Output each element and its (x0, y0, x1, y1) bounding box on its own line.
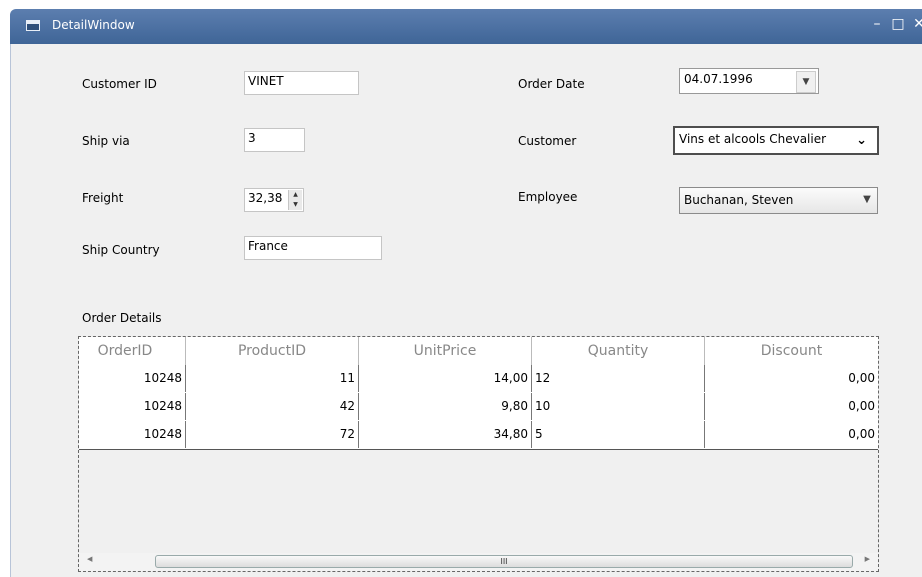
close-button[interactable]: ✕ (911, 16, 922, 32)
column-header-quantity[interactable]: Quantity (532, 337, 705, 365)
cell-unitprice[interactable]: 34,80 (359, 421, 532, 448)
employee-combobox[interactable]: Buchanan, Steven ▼ (679, 187, 878, 214)
window-title: DetailWindow (52, 18, 135, 32)
cell-quantity[interactable]: 10 (532, 393, 705, 420)
scroll-right-icon[interactable]: ▶ (865, 555, 870, 563)
cell-orderid[interactable]: 10248 (79, 421, 186, 448)
window-icon (26, 20, 40, 31)
freight-stepper[interactable]: 32,38 ▲ ▼ (244, 188, 304, 212)
cell-quantity[interactable]: 5 (532, 421, 705, 448)
ship-country-label: Ship Country (82, 243, 160, 257)
table-row[interactable]: 10248 72 34,80 5 0,00 (79, 421, 878, 450)
horizontal-scrollbar[interactable]: ◀ III ▶ (79, 553, 878, 571)
cell-discount[interactable]: 0,00 (705, 365, 878, 392)
maximize-button[interactable]: □ (890, 16, 906, 32)
dropdown-arrow-icon: ▼ (863, 194, 871, 205)
customer-value: Vins et alcools Chevalier (679, 132, 827, 146)
freight-value: 32,38 (248, 191, 283, 205)
table-row[interactable]: 10248 42 9,80 10 0,00 (79, 393, 878, 422)
column-header-unitprice[interactable]: UnitPrice (359, 337, 532, 365)
cell-orderid[interactable]: 10248 (79, 393, 186, 420)
scroll-left-icon[interactable]: ◀ (87, 555, 92, 563)
cell-productid[interactable]: 11 (186, 365, 359, 392)
customer-combobox[interactable]: Vins et alcools Chevalier ⌄ (673, 126, 879, 155)
customer-id-field[interactable]: VINET (244, 71, 359, 95)
ship-via-field[interactable]: 3 (244, 128, 305, 152)
customer-label: Customer (518, 134, 577, 148)
column-header-productid[interactable]: ProductID (186, 337, 359, 365)
spin-down-icon[interactable]: ▼ (289, 200, 302, 210)
order-details-grid[interactable]: OrderID ProductID UnitPrice Quantity Dis… (78, 336, 879, 572)
cell-quantity[interactable]: 12 (532, 365, 705, 392)
cell-discount[interactable]: 0,00 (705, 393, 878, 420)
table-row[interactable]: 10248 11 14,00 12 0,00 (79, 365, 878, 394)
ship-via-label: Ship via (82, 134, 130, 148)
chevron-down-icon: ⌄ (856, 133, 867, 148)
cell-orderid[interactable]: 10248 (79, 365, 186, 392)
order-date-picker[interactable]: 04.07.1996 ▼ (679, 68, 819, 94)
order-details-label: Order Details (82, 311, 162, 325)
calendar-dropdown-icon[interactable]: ▼ (796, 71, 816, 93)
freight-spin-buttons[interactable]: ▲ ▼ (288, 190, 302, 210)
ship-country-field[interactable]: France (244, 236, 382, 260)
cell-productid[interactable]: 42 (186, 393, 359, 420)
window-titlebar[interactable]: DetailWindow – □ ✕ (10, 9, 922, 44)
column-header-orderid[interactable]: OrderID (79, 337, 186, 365)
cell-unitprice[interactable]: 9,80 (359, 393, 532, 420)
employee-label: Employee (518, 190, 578, 204)
cell-unitprice[interactable]: 14,00 (359, 365, 532, 392)
order-date-label: Order Date (518, 77, 585, 91)
freight-label: Freight (82, 191, 124, 205)
cell-discount[interactable]: 0,00 (705, 421, 878, 448)
spin-up-icon[interactable]: ▲ (289, 190, 302, 200)
order-date-value: 04.07.1996 (684, 72, 753, 86)
column-header-discount[interactable]: Discount (705, 337, 878, 365)
employee-value: Buchanan, Steven (684, 193, 794, 207)
minimize-button[interactable]: – (869, 16, 885, 32)
customer-id-label: Customer ID (82, 77, 157, 91)
grid-header-row: OrderID ProductID UnitPrice Quantity Dis… (79, 337, 878, 366)
cell-productid[interactable]: 72 (186, 421, 359, 448)
scrollbar-thumb[interactable]: III (155, 555, 853, 568)
